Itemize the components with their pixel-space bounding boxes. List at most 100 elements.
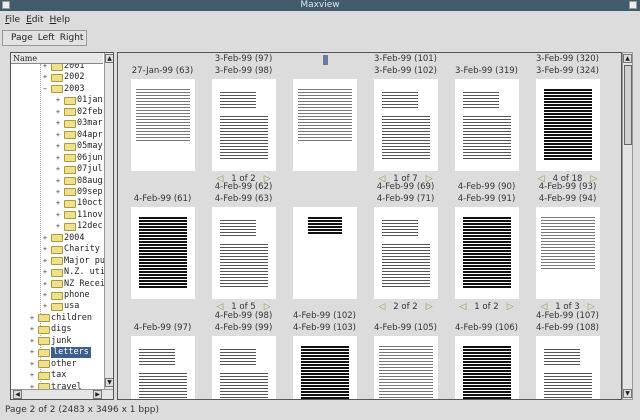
page-thumbnail[interactable] (373, 336, 438, 399)
expand-icon[interactable]: + (55, 187, 61, 198)
tree-horizontal-scrollbar[interactable]: ◀ ▶ (11, 389, 113, 399)
page-thumbnail[interactable] (535, 336, 600, 399)
tree-item[interactable]: + Charity (42, 244, 100, 255)
page-button[interactable]: Page (11, 31, 33, 45)
expand-icon[interactable]: + (29, 359, 35, 370)
expand-icon[interactable]: + (55, 95, 61, 106)
tree-item[interactable]: +07jul (55, 164, 103, 175)
expand-icon[interactable]: + (55, 176, 61, 187)
right-button[interactable]: Right (60, 31, 84, 45)
tree-item[interactable]: + other (29, 359, 77, 370)
page-thumbnail[interactable] (130, 336, 195, 399)
tree-item[interactable]: +09sep (55, 187, 103, 198)
page-thumbnail[interactable] (130, 79, 195, 171)
tree-item[interactable]: + usa (42, 301, 79, 312)
thumbnail-cell[interactable]: 4-Feb-99 (107) 4-Feb-99 (108) (527, 310, 608, 399)
thumbnail-cell[interactable] (284, 181, 365, 299)
thumbnail-cell[interactable] (284, 53, 365, 171)
tree-item[interactable]: − 2003 (42, 84, 85, 95)
tree-item[interactable]: +2002 (42, 72, 85, 83)
thumbnail-cell[interactable]: 4-Feb-99 (62) 4-Feb-99 (63) ◁ 1 of 5 ▷ (203, 181, 284, 312)
page-thumbnail[interactable] (373, 207, 438, 299)
expand-icon[interactable]: + (55, 153, 61, 164)
page-thumbnail[interactable] (130, 207, 195, 299)
thumbnail-cell[interactable]: 4-Feb-99 (61) (122, 181, 203, 299)
thumbnail-cell[interactable]: 4-Feb-99 (93) 4-Feb-99 (94) ◁ 1 of 3 ▷ (527, 181, 608, 312)
expand-icon[interactable]: + (55, 210, 61, 221)
thumbnail-cell[interactable]: 3-Feb-99 (97) 3-Feb-99 (98) ◁ 1 of 2 ▷ (203, 53, 284, 184)
expand-icon[interactable]: + (42, 244, 48, 255)
thumbnail-cell[interactable]: 3-Feb-99 (320) 3-Feb-99 (324) ◁ 4 of 18 ▷ (527, 53, 608, 184)
thumbnail-cell[interactable]: 4-Feb-99 (98) 4-Feb-99 (99) (203, 310, 284, 399)
expand-icon[interactable]: + (42, 290, 48, 301)
tree-item[interactable]: + letters (29, 347, 91, 359)
expand-icon[interactable]: + (42, 72, 48, 83)
left-button[interactable]: Left (38, 31, 55, 45)
thumbnail-cell[interactable]: 4-Feb-99 (106) (446, 310, 527, 399)
thumbnail-cell[interactable]: 4-Feb-99 (97) (122, 310, 203, 399)
tree-item[interactable]: +04apr (55, 130, 103, 141)
tree-item[interactable]: +02feb (55, 107, 103, 118)
thumbnail-grid[interactable]: 27-Jan-99 (63) 3-Feb-99 (97) 3-Feb-99 (98)… (117, 52, 622, 400)
page-thumbnail[interactable] (292, 79, 357, 171)
expand-icon[interactable]: + (55, 221, 61, 232)
expand-icon[interactable]: + (55, 141, 61, 152)
page-thumbnail[interactable] (454, 336, 519, 399)
scroll-up-icon[interactable]: ▲ (623, 54, 632, 63)
page-thumbnail[interactable] (373, 79, 438, 171)
page-thumbnail[interactable] (292, 336, 357, 399)
thumbnail-cell[interactable]: 4-Feb-99 (105) (365, 310, 446, 399)
menu-file[interactable]: File (5, 14, 20, 27)
tree-item[interactable]: + tax (29, 370, 66, 381)
tree-item[interactable]: + Major pu (42, 256, 105, 267)
page-thumbnail[interactable] (535, 79, 600, 171)
scroll-down-icon[interactable]: ▼ (105, 378, 113, 387)
tree-item[interactable]: + digs (29, 324, 72, 335)
expand-icon[interactable]: + (29, 336, 35, 347)
tree-item[interactable]: + NZ Recei (42, 279, 105, 290)
page-thumbnail[interactable] (211, 336, 276, 399)
expand-icon[interactable]: + (42, 301, 48, 312)
tree-item[interactable]: + N.Z. uti (42, 267, 105, 278)
tree-item[interactable]: + children (29, 313, 92, 324)
expand-icon[interactable]: + (29, 370, 35, 381)
thumbnail-cell[interactable]: 4-Feb-99 (102) 4-Feb-99 (103) (284, 310, 365, 399)
tree-item[interactable]: +01jan (55, 95, 103, 106)
window-menu-icon[interactable] (2, 1, 10, 9)
page-thumbnail[interactable] (454, 79, 519, 171)
tree-item[interactable]: +06jun (55, 153, 103, 164)
expand-icon[interactable]: + (55, 107, 61, 118)
page-thumbnail[interactable] (211, 79, 276, 171)
page-thumbnail[interactable] (292, 207, 357, 299)
expand-icon[interactable]: + (55, 164, 61, 175)
tree-vertical-scrollbar[interactable]: ▲ ▼ (104, 53, 113, 390)
menu-help[interactable]: Help (50, 14, 71, 27)
tree-item[interactable]: +03mar (55, 118, 103, 129)
tree-item[interactable]: + junk (29, 336, 72, 347)
tree-item[interactable]: +08aug (55, 176, 103, 187)
expand-icon[interactable]: + (42, 256, 48, 267)
thumbnail-cell[interactable]: 3-Feb-99 (101) 3-Feb-99 (102) ◁ 1 of 7 ▷ (365, 53, 446, 184)
scrollbar-thumb[interactable] (624, 65, 632, 145)
collapse-icon[interactable]: − (42, 84, 48, 95)
tree-item[interactable]: +05may (55, 141, 103, 152)
tree-item[interactable]: +2004 (42, 233, 85, 244)
scroll-down-icon[interactable]: ▼ (623, 389, 632, 398)
scroll-left-icon[interactable]: ◀ (13, 390, 22, 399)
scroll-up-icon[interactable]: ▲ (105, 54, 113, 63)
expand-icon[interactable]: + (55, 198, 61, 209)
expand-icon[interactable]: + (42, 267, 48, 278)
page-thumbnail[interactable] (454, 207, 519, 299)
expand-icon[interactable]: + (55, 130, 61, 141)
expand-icon[interactable]: + (29, 347, 35, 358)
expand-icon[interactable]: + (42, 233, 48, 244)
thumbnail-cell[interactable]: 4-Feb-99 (69) 4-Feb-99 (71) ◁ 2 of 2 ▷ (365, 181, 446, 312)
expand-icon[interactable]: + (29, 324, 35, 335)
tree-column-header[interactable]: Name (11, 53, 103, 64)
page-thumbnail[interactable] (535, 207, 600, 299)
thumbnail-cell[interactable]: 3-Feb-99 (319) (446, 53, 527, 171)
close-icon[interactable] (629, 1, 637, 9)
expand-icon[interactable]: + (42, 279, 48, 290)
menu-edit[interactable]: Edit (26, 14, 43, 27)
expand-icon[interactable]: + (29, 313, 35, 324)
